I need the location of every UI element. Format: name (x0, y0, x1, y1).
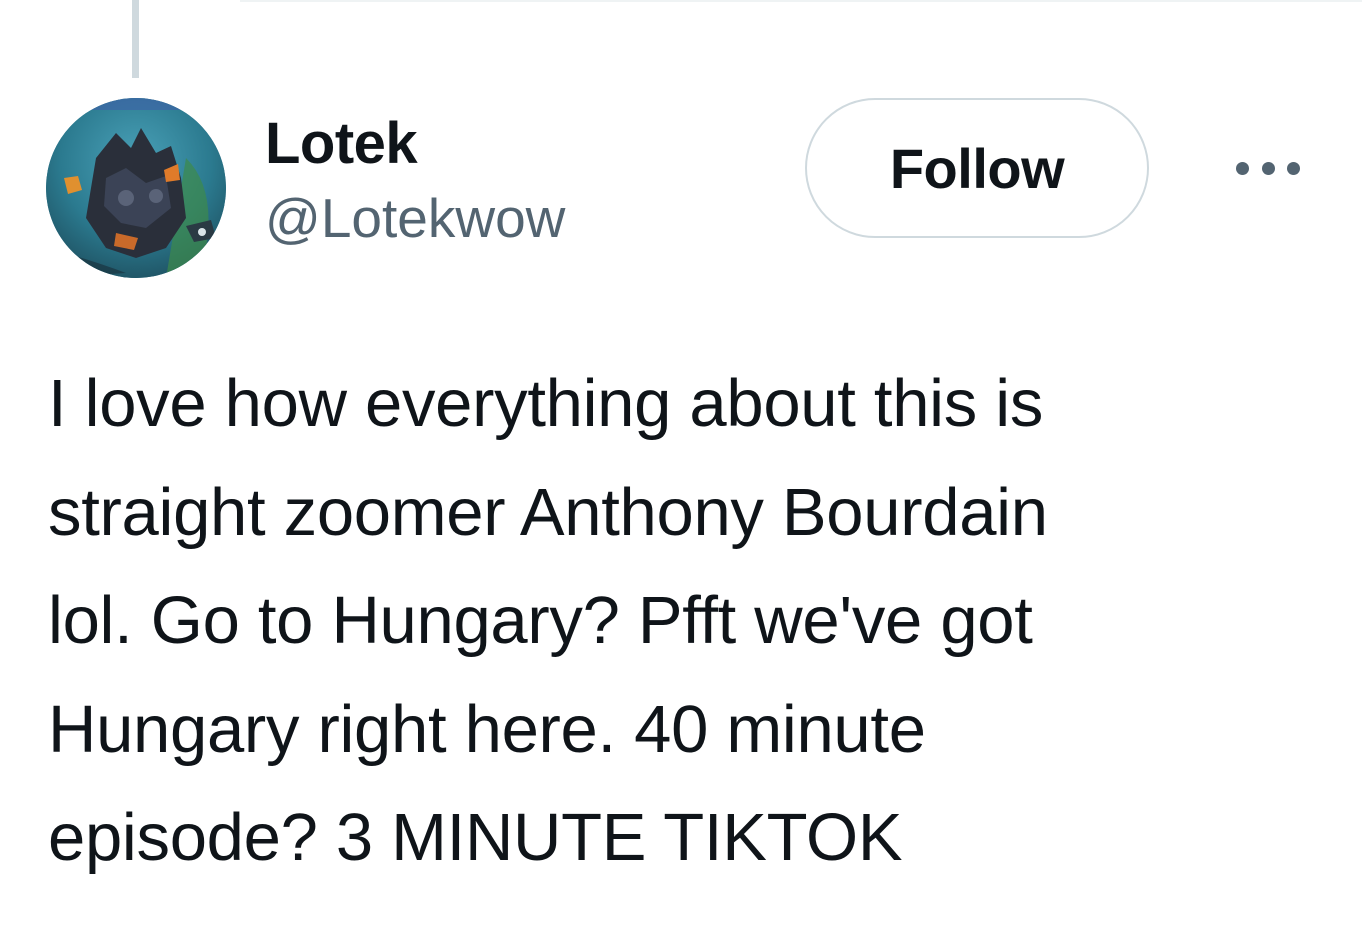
thread-connector-line (132, 0, 139, 78)
author-handle[interactable]: @Lotekwow (265, 183, 565, 253)
more-dots-icon (1236, 161, 1249, 175)
author-info: Lotek @Lotekwow (265, 108, 565, 253)
tweet-text-line: straight zoomer Anthony Bourdain (48, 474, 1048, 550)
avatar[interactable] (46, 98, 226, 278)
more-options-button[interactable] (1226, 148, 1310, 188)
tweet-text-line: lol. Go to Hungary? Pfft we've got (48, 583, 1033, 658)
game-character-avatar-icon (46, 98, 226, 278)
follow-button[interactable]: Follow (805, 98, 1149, 238)
more-dots-icon (1287, 161, 1300, 175)
tweet-text-line: Hungary right here. 40 minute (48, 691, 926, 767)
tweet-text-line: I love how everything about this is (48, 366, 1044, 441)
tweet-text-line: episode? 3 MINUTE TIKTOK (48, 800, 903, 875)
tweet-text: I love how everything about this is stra… (48, 350, 1328, 893)
author-display-name[interactable]: Lotek (265, 108, 565, 180)
more-dots-icon (1261, 161, 1275, 175)
top-divider (240, 0, 1362, 2)
